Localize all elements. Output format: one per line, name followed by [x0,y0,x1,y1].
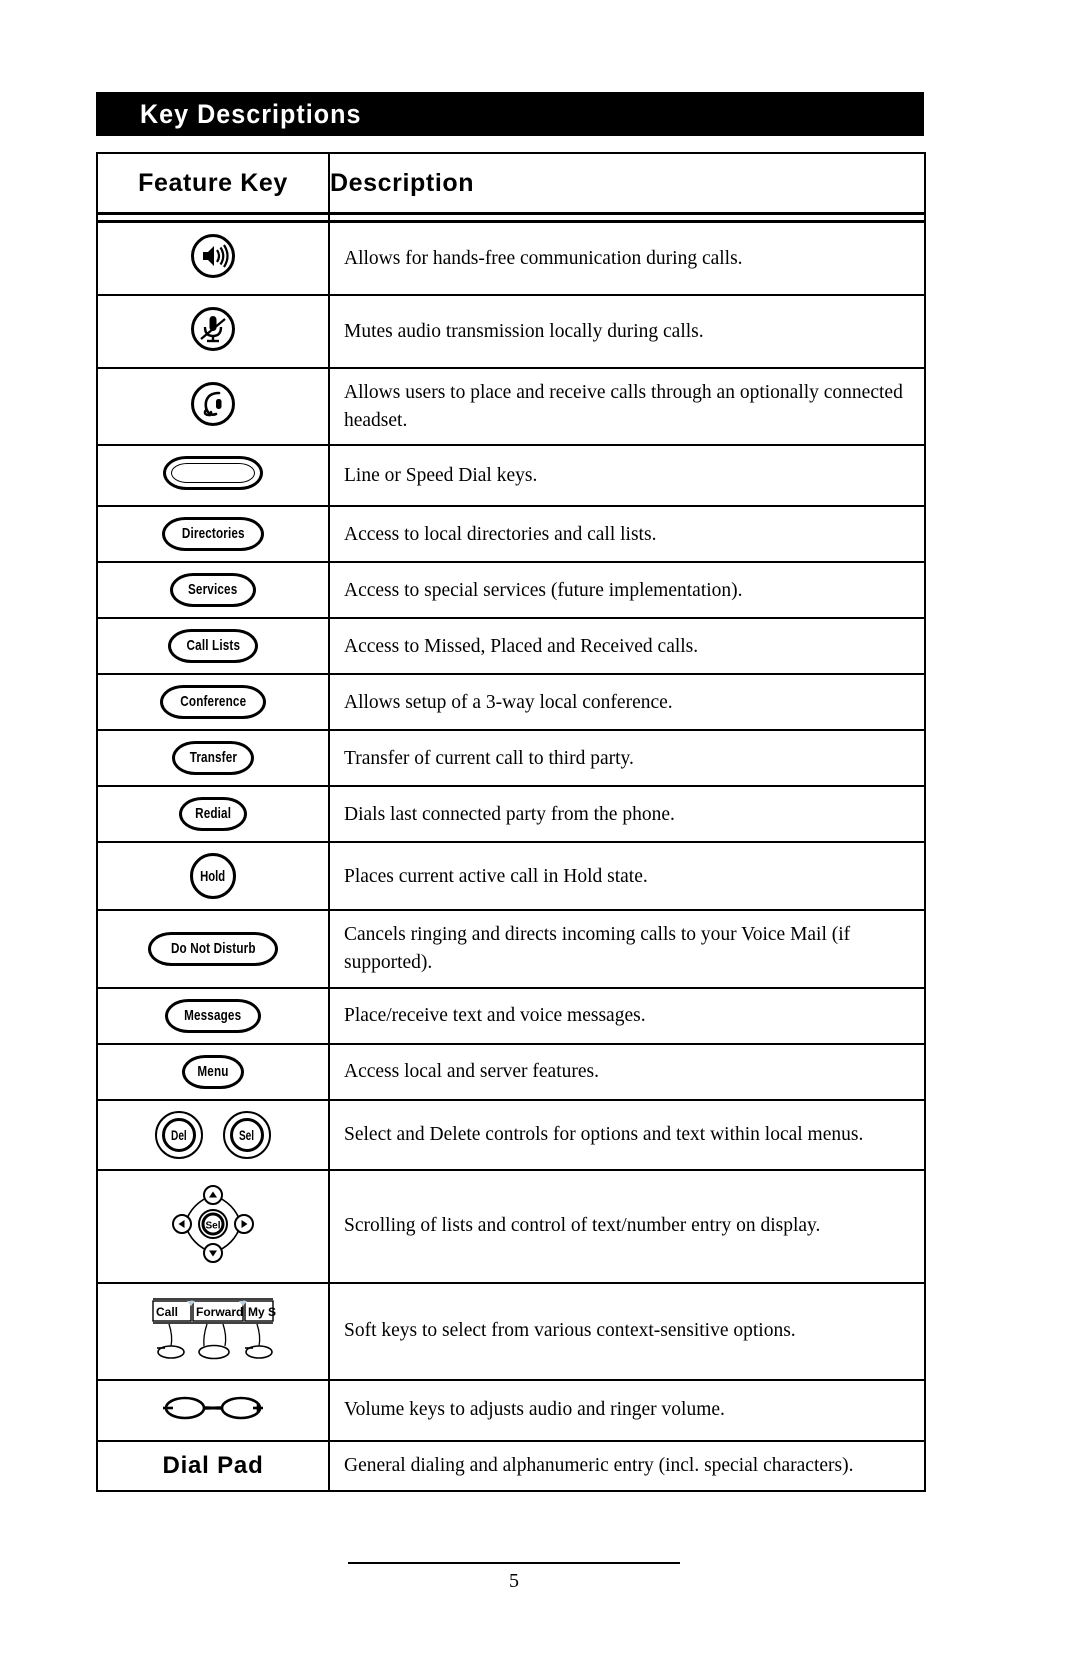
description-cell: General dialing and alphanumeric entry (… [328,1439,926,1492]
table-row: Call Forward My S Soft keys to select fr… [96,1281,926,1381]
svg-text:My S: My S [248,1305,276,1319]
table-row: Line or Speed Dial keys. [96,444,926,508]
feature-key-cell [96,444,330,508]
description-cell: Allows setup of a 3-way local conference… [328,673,926,732]
redial-key-icon: Redial [178,797,248,832]
table-row: Volume keys to adjusts audio and ringer … [96,1378,926,1442]
mute-microphone-icon [190,306,236,352]
feature-key-cell: Del Sel [96,1098,330,1171]
table-row: Redial Dials last connected party from t… [96,785,926,844]
sel-key-icon: Sel [223,1110,271,1159]
services-key-icon: Services [170,573,256,608]
header-separator-right [328,212,926,223]
feature-key-cell: Transfer [96,729,330,788]
navigation-pad-icon: Sel [167,1181,259,1267]
description-cell: Line or Speed Dial keys. [328,444,926,508]
feature-key-cell: Menu [96,1042,330,1101]
table-row: Conference Allows setup of a 3-way local… [96,673,926,732]
table-row: Menu Access local and server features. [96,1042,926,1101]
description-cell: Access to special services (future imple… [328,561,926,620]
description-cell: Cancels ringing and directs incoming cal… [328,909,926,989]
column-header-description: Description [328,152,926,215]
line-key-icon [163,456,263,491]
volume-rocker-icon [151,1391,275,1425]
table-row: Messages Place/receive text and voice me… [96,986,926,1045]
feature-key-cell [96,1378,330,1442]
column-header-feature-key: Feature Key [96,152,330,215]
feature-key-cell: Services [96,561,330,620]
table-row: Hold Places current active call in Hold … [96,841,926,912]
feature-key-cell: Sel [96,1168,330,1284]
description-cell: Volume keys to adjusts audio and ringer … [328,1378,926,1442]
conference-key-icon: Conference [159,685,267,720]
section-banner: Key Descriptions [96,92,924,136]
svg-text:Sel: Sel [205,1220,220,1231]
svg-text:Call: Call [156,1305,178,1319]
feature-key-cell: Messages [96,986,330,1045]
menu-key-icon: Menu [182,1054,244,1089]
description-cell: Access local and server features. [328,1042,926,1101]
dial-pad-label: Dial Pad [162,1451,264,1479]
key-descriptions-table-wrapper: Feature Key Description Allows for hands… [96,152,926,1492]
svg-text:Forward: Forward [196,1305,243,1319]
table-row: Sel Scrolling of lists and control of te… [96,1168,926,1284]
page-number: 5 [509,1570,519,1592]
table-row: Call Lists Access to Missed, Placed and … [96,617,926,676]
table-row: Services Access to special services (fut… [96,561,926,620]
description-cell: Mutes audio transmission locally during … [328,294,926,369]
table-row: Transfer Transfer of current call to thi… [96,729,926,788]
table-row: Allows users to place and receive calls … [96,366,926,447]
description-cell: Soft keys to select from various context… [328,1281,926,1381]
hold-key-icon: Hold [190,853,236,900]
description-cell: Transfer of current call to third party. [328,729,926,788]
feature-key-cell: Call Forward My S [96,1281,330,1381]
call-lists-key-icon: Call Lists [167,629,259,664]
table-row: Del Sel Select and Delete controls for o… [96,1098,926,1171]
feature-key-cell: Directories [96,505,330,564]
feature-key-cell: Do Not Disturb [96,909,330,989]
feature-key-cell: Redial [96,785,330,844]
feature-key-cell: Call Lists [96,617,330,676]
header-separator-row [96,212,926,223]
section-title: Key Descriptions [140,98,362,129]
do-not-disturb-key-icon: Do Not Disturb [147,932,279,967]
soft-keys-icon: Call Forward My S [147,1294,279,1364]
table-row: Mutes audio transmission locally during … [96,294,926,369]
table-row: Dial Pad General dialing and alphanumeri… [96,1439,926,1492]
description-cell: Select and Delete controls for options a… [328,1098,926,1171]
footer-divider [348,1562,680,1564]
transfer-key-icon: Transfer [171,741,255,776]
table-row: Allows for hands-free communication duri… [96,220,926,296]
directories-key-icon: Directories [161,517,265,552]
description-cell: Dials last connected party from the phon… [328,785,926,844]
table-row: Do Not Disturb Cancels ringing and direc… [96,909,926,989]
description-cell: Place/receive text and voice messages. [328,986,926,1045]
description-cell: Places current active call in Hold state… [328,841,926,912]
del-key-icon: Del [155,1110,203,1159]
headset-icon [190,381,236,427]
speaker-icon [190,233,236,279]
key-descriptions-table: Feature Key Description Allows for hands… [96,152,926,1492]
description-cell: Access to Missed, Placed and Received ca… [328,617,926,676]
feature-key-cell [96,366,330,447]
document-page: Key Descriptions Feature Key Description [0,0,1080,1669]
description-cell: Allows for hands-free communication duri… [328,220,926,296]
description-cell: Access to local directories and call lis… [328,505,926,564]
table-row: Directories Access to local directories … [96,505,926,564]
feature-key-cell: Hold [96,841,330,912]
table-header-row: Feature Key Description [96,152,926,215]
messages-key-icon: Messages [165,998,261,1033]
feature-key-cell [96,294,330,369]
feature-key-cell: Dial Pad [96,1439,330,1492]
feature-key-cell: Conference [96,673,330,732]
feature-key-cell [96,220,330,296]
header-separator-left [96,212,330,223]
description-cell: Allows users to place and receive calls … [328,366,926,447]
description-cell: Scrolling of lists and control of text/n… [328,1168,926,1284]
